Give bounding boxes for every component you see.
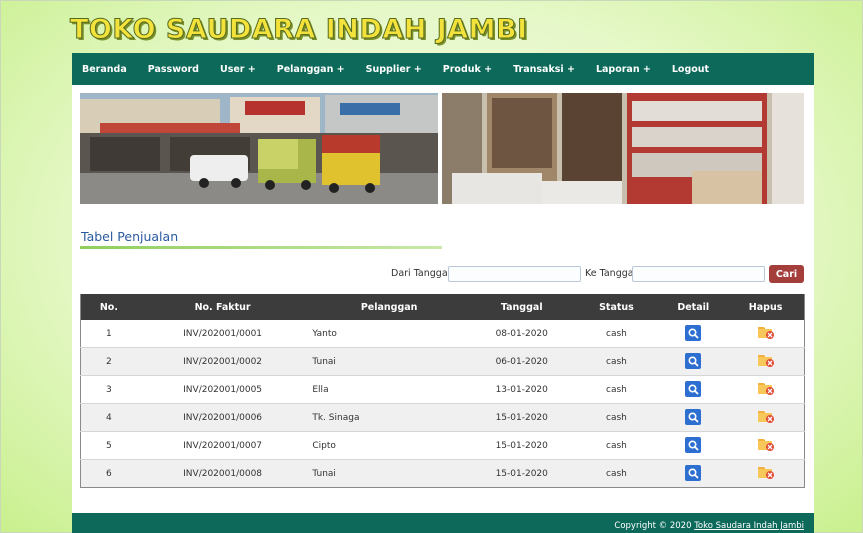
to-date-input[interactable]: [632, 266, 765, 282]
cell-status: cash: [573, 431, 660, 460]
section-underline: [80, 246, 442, 249]
from-date-label: Dari Tanggal:: [391, 268, 454, 279]
cell-status: cash: [573, 375, 660, 404]
sales-table: No. No. Faktur Pelanggan Tanggal Status …: [80, 294, 805, 488]
to-date-label: Ke Tanggal: [585, 268, 637, 279]
header-faktur: No. Faktur: [136, 294, 309, 320]
table-row: 5 INV/202001/0007 Cipto 15-01-2020 cash: [80, 431, 805, 460]
nav-beranda[interactable]: Beranda: [82, 64, 127, 75]
cell-pelanggan: Tk. Sinaga: [308, 403, 470, 432]
search-button[interactable]: Cari: [769, 265, 804, 283]
banner: [80, 93, 804, 204]
folder-delete-icon[interactable]: [757, 464, 775, 480]
search-icon[interactable]: [685, 437, 702, 454]
cell-tanggal: 15-01-2020: [469, 459, 574, 488]
search-icon[interactable]: [685, 465, 702, 482]
footer-text: Copyright © 2020 Toko Saudara Indah Jamb…: [614, 521, 804, 533]
cell-no: 3: [80, 375, 137, 404]
interior-illustration: [442, 93, 804, 204]
table-row: 1 INV/202001/0001 Yanto 08-01-2020 cash: [80, 320, 805, 348]
header-detail: Detail: [659, 294, 728, 320]
cell-faktur: INV/202001/0005: [136, 375, 309, 404]
cell-tanggal: 06-01-2020: [469, 347, 574, 376]
folder-delete-icon[interactable]: [757, 436, 775, 452]
cell-no: 1: [80, 320, 137, 348]
header-no: No.: [80, 294, 137, 320]
table-row: 6 INV/202001/0008 Tunai 15-01-2020 cash: [80, 459, 805, 488]
cell-tanggal: 15-01-2020: [469, 431, 574, 460]
section-title: Tabel Penjualan: [81, 229, 179, 244]
header-pelanggan: Pelanggan: [308, 294, 470, 320]
header-status: Status: [573, 294, 660, 320]
nav-laporan[interactable]: Laporan +: [596, 64, 651, 75]
from-date-input[interactable]: [448, 266, 581, 282]
storefront-photo: [80, 93, 438, 204]
storefront-illustration: [80, 93, 438, 204]
cell-pelanggan: Cipto: [308, 431, 470, 460]
nav-pelanggan[interactable]: Pelanggan +: [277, 64, 345, 75]
cell-tanggal: 15-01-2020: [469, 403, 574, 432]
cell-tanggal: 13-01-2020: [469, 375, 574, 404]
store-interior-photo: [442, 93, 804, 204]
cell-faktur: INV/202001/0002: [136, 347, 309, 376]
cell-no: 6: [80, 459, 137, 488]
footer-link[interactable]: Toko Saudara Indah Jambi: [694, 521, 804, 531]
cell-faktur: INV/202001/0006: [136, 403, 309, 432]
main-nav: Beranda Password User + Pelanggan + Supp…: [72, 53, 814, 85]
cell-no: 2: [80, 347, 137, 376]
cell-pelanggan: Ella: [308, 375, 470, 404]
table-header-row: No. No. Faktur Pelanggan Tanggal Status …: [80, 294, 805, 320]
cell-no: 5: [80, 431, 137, 460]
header-tanggal: Tanggal: [469, 294, 574, 320]
cell-pelanggan: Tunai: [308, 459, 470, 488]
cell-faktur: INV/202001/0007: [136, 431, 309, 460]
nav-produk[interactable]: Produk +: [443, 64, 492, 75]
nav-transaksi[interactable]: Transaksi +: [513, 64, 575, 75]
folder-delete-icon[interactable]: [757, 380, 775, 396]
folder-delete-icon[interactable]: [757, 352, 775, 368]
site-title: TOKO SAUDARA INDAH JAMBI: [70, 14, 528, 46]
folder-delete-icon[interactable]: [757, 324, 775, 340]
footer: Copyright © 2020 Toko Saudara Indah Jamb…: [72, 513, 814, 533]
copyright-text: Copyright © 2020: [614, 521, 692, 531]
nav-supplier[interactable]: Supplier +: [366, 64, 422, 75]
search-icon[interactable]: [685, 409, 702, 426]
cell-pelanggan: Tunai: [308, 347, 470, 376]
cell-no: 4: [80, 403, 137, 432]
cell-status: cash: [573, 320, 660, 348]
cell-pelanggan: Yanto: [308, 320, 470, 348]
nav-user[interactable]: User +: [220, 64, 256, 75]
cell-status: cash: [573, 459, 660, 488]
cell-faktur: INV/202001/0008: [136, 459, 309, 488]
nav-password[interactable]: Password: [148, 64, 199, 75]
cell-status: cash: [573, 347, 660, 376]
cell-tanggal: 08-01-2020: [469, 320, 574, 348]
search-icon[interactable]: [685, 325, 702, 342]
page-container: Beranda Password User + Pelanggan + Supp…: [72, 53, 814, 533]
header-hapus: Hapus: [727, 294, 805, 320]
search-icon[interactable]: [685, 381, 702, 398]
folder-delete-icon[interactable]: [757, 408, 775, 424]
table-row: 3 INV/202001/0005 Ella 13-01-2020 cash: [80, 375, 805, 404]
table-row: 2 INV/202001/0002 Tunai 06-01-2020 cash: [80, 347, 805, 376]
table-row: 4 INV/202001/0006 Tk. Sinaga 15-01-2020 …: [80, 403, 805, 432]
search-icon[interactable]: [685, 353, 702, 370]
cell-faktur: INV/202001/0001: [136, 320, 309, 348]
nav-logout[interactable]: Logout: [672, 64, 709, 75]
cell-status: cash: [573, 403, 660, 432]
